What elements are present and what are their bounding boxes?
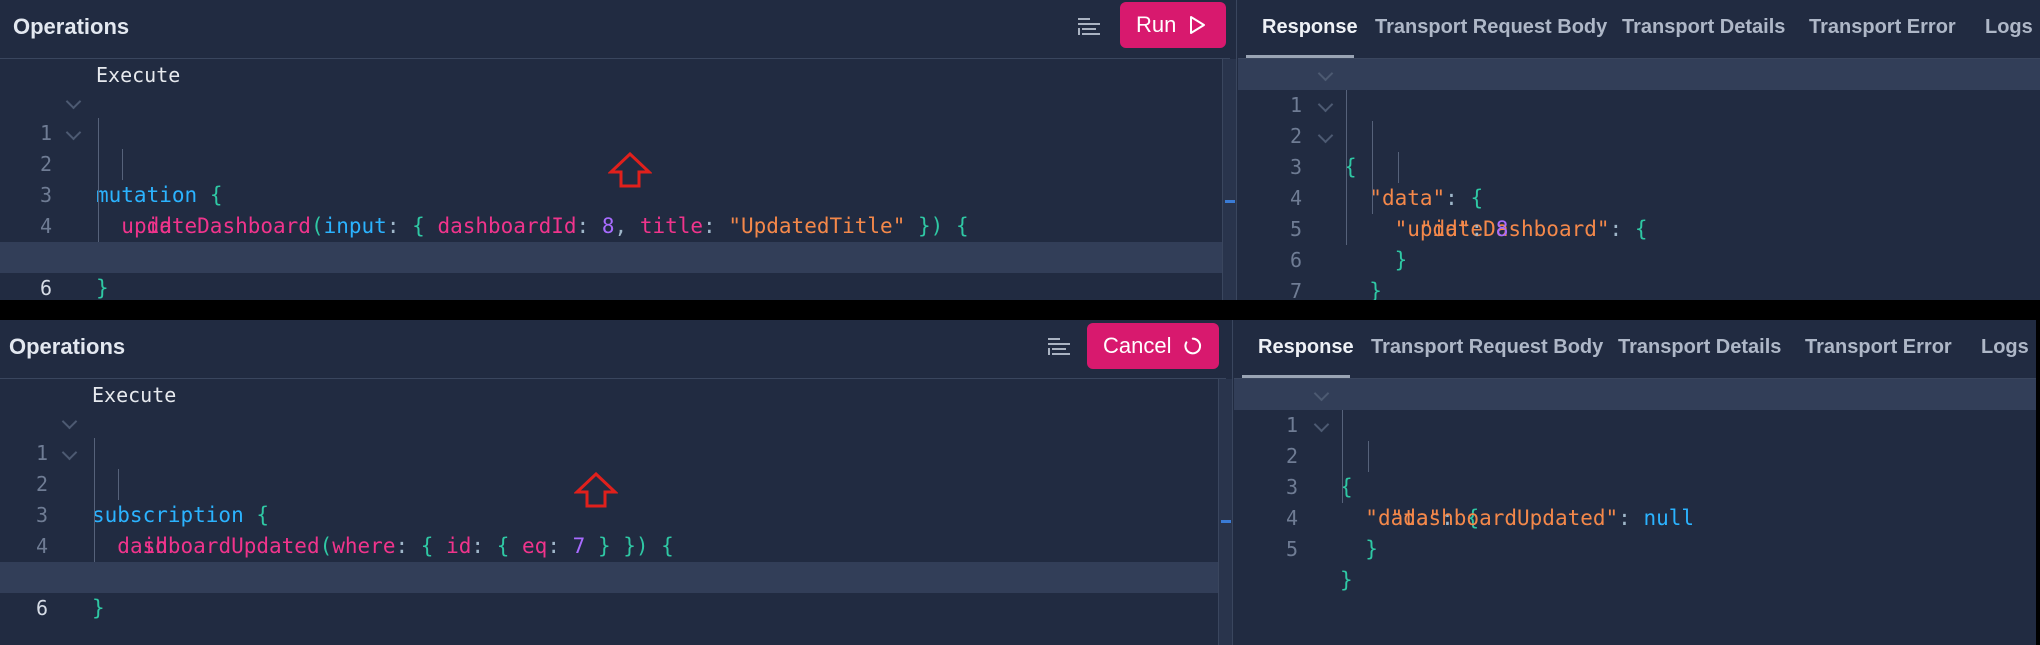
tab-transport-error[interactable]: Transport Error xyxy=(1805,336,1952,359)
tab-response[interactable]: Response xyxy=(1258,336,1354,359)
operations-panel-mutation: Operations Run Execute 1 mutation { 2 up… xyxy=(0,0,2040,300)
line-number: 5 xyxy=(1285,537,1298,561)
operations-title: Operations xyxy=(13,14,130,39)
scroll-marker xyxy=(1221,520,1231,523)
query-editor[interactable]: Execute 1 subscription { 2 dashboardUpda… xyxy=(0,379,1226,645)
tab-transport-details[interactable]: Transport Details xyxy=(1618,336,1781,359)
response-line-3: 3 "dashboardUpdated": null xyxy=(1234,441,2036,530)
indent-guide xyxy=(118,469,119,500)
brace: } xyxy=(92,596,105,620)
code-line-5: 5 } xyxy=(0,531,1226,620)
chevron-down-icon[interactable] xyxy=(1313,416,1330,433)
code-line-6: 6 xyxy=(0,562,1226,620)
response-line-7: 7 } xyxy=(1238,245,2040,300)
chevron-down-icon[interactable] xyxy=(1313,385,1330,402)
response-viewer: 1 { 2 "data": { 3 "dashboardUpdated": nu… xyxy=(1234,379,2036,645)
response-viewer: 1 { 2 "data": { 3 "updateDashboard": { 4… xyxy=(1238,59,2040,300)
execute-codelens[interactable]: Execute xyxy=(92,383,176,407)
chevron-down-icon[interactable] xyxy=(65,124,82,141)
chevron-down-icon[interactable] xyxy=(1317,96,1334,113)
execute-codelens[interactable]: Execute xyxy=(96,63,180,87)
operations-panel-subscription: Operations Cancel Execute 1 subscription… xyxy=(0,320,2036,645)
editor-scrollbar[interactable] xyxy=(1222,59,1237,300)
run-button-label: Run xyxy=(1136,12,1177,37)
response-line-4: 4 "id": 8 xyxy=(1238,152,2040,241)
cancel-button-label: Cancel xyxy=(1103,333,1172,358)
response-line-6: 6 } xyxy=(1238,214,2040,300)
spinner-icon xyxy=(1184,337,1202,355)
query-editor[interactable]: Execute 1 mutation { 2 updateDashboard(i… xyxy=(0,59,1230,300)
chevron-down-icon[interactable] xyxy=(1317,65,1334,82)
code-line-6: 6 xyxy=(0,242,1230,300)
operations-title: Operations xyxy=(9,334,126,359)
response-tabs: Response Transport Request Body Transpor… xyxy=(1234,320,2036,379)
indent-guide xyxy=(1398,152,1399,183)
response-line-3: 3 "updateDashboard": { xyxy=(1238,121,2040,241)
active-tab-indicator xyxy=(1242,375,1350,378)
response-line-4: 4 } xyxy=(1234,472,2036,561)
indent-guide xyxy=(1342,410,1343,503)
response-line-1: 1 { xyxy=(1238,59,2040,179)
active-tab-indicator xyxy=(1246,55,1354,58)
line-number: 7 xyxy=(1289,279,1302,300)
tab-logs[interactable]: Logs xyxy=(1985,16,2033,39)
tab-response[interactable]: Response xyxy=(1262,16,1358,39)
editor-scrollbar[interactable] xyxy=(1218,379,1233,645)
response-line-2: 2 "data": { xyxy=(1234,410,2036,530)
response-tabs: Response Transport Request Body Transpor… xyxy=(1238,0,2040,59)
indent-guide xyxy=(1372,121,1373,214)
chevron-down-icon[interactable] xyxy=(61,444,78,461)
response-line-1: 1 { xyxy=(1234,379,2036,499)
brace: } xyxy=(1369,279,1382,300)
indent-guide xyxy=(1346,90,1347,245)
operations-header: Operations Run xyxy=(0,0,1230,59)
run-button[interactable]: Run xyxy=(1120,2,1226,48)
play-icon xyxy=(1190,16,1206,34)
tab-transport-request-body[interactable]: Transport Request Body xyxy=(1371,336,1603,359)
prettify-icon[interactable] xyxy=(1046,334,1072,360)
chevron-down-icon[interactable] xyxy=(61,413,78,430)
cancel-button[interactable]: Cancel xyxy=(1087,323,1219,369)
chevron-down-icon[interactable] xyxy=(65,93,82,110)
response-line-2: 2 "data": { xyxy=(1238,90,2040,210)
chevron-down-icon[interactable] xyxy=(1317,127,1334,144)
tab-logs[interactable]: Logs xyxy=(1981,336,2029,359)
panel-divider[interactable] xyxy=(1232,320,1233,645)
arrow-up-icon xyxy=(574,472,618,508)
brace: } xyxy=(1365,537,1378,561)
tab-transport-request-body[interactable]: Transport Request Body xyxy=(1375,16,1607,39)
tab-transport-error[interactable]: Transport Error xyxy=(1809,16,1956,39)
brace: } xyxy=(96,276,109,300)
arrow-up-icon xyxy=(608,152,652,188)
indent-guide xyxy=(1368,441,1369,472)
prettify-icon[interactable] xyxy=(1076,14,1102,40)
code-line-1: 1 mutation { xyxy=(0,87,1230,207)
code-line-2: 2 updateDashboard(input: { dashboardId: … xyxy=(0,118,1230,238)
code-line-1: 1 subscription { xyxy=(0,407,1226,527)
line-number: 6 xyxy=(39,276,52,300)
line-number: 6 xyxy=(35,596,48,620)
operations-header: Operations Cancel xyxy=(0,320,1226,379)
response-line-5: 5 } xyxy=(1238,183,2040,272)
panel-divider[interactable] xyxy=(1236,0,1237,300)
response-line-5: 5 } xyxy=(1234,503,2036,592)
indent-guide xyxy=(122,149,123,180)
code-line-2: 2 dashboardUpdated(where: { id: { eq: 7 … xyxy=(0,438,1226,558)
indent-guide xyxy=(94,438,95,562)
indent-guide xyxy=(98,118,99,242)
scroll-marker xyxy=(1225,200,1235,203)
tab-transport-details[interactable]: Transport Details xyxy=(1622,16,1785,39)
code-line-5: 5 } xyxy=(0,211,1230,300)
brace: } xyxy=(1340,568,1353,592)
